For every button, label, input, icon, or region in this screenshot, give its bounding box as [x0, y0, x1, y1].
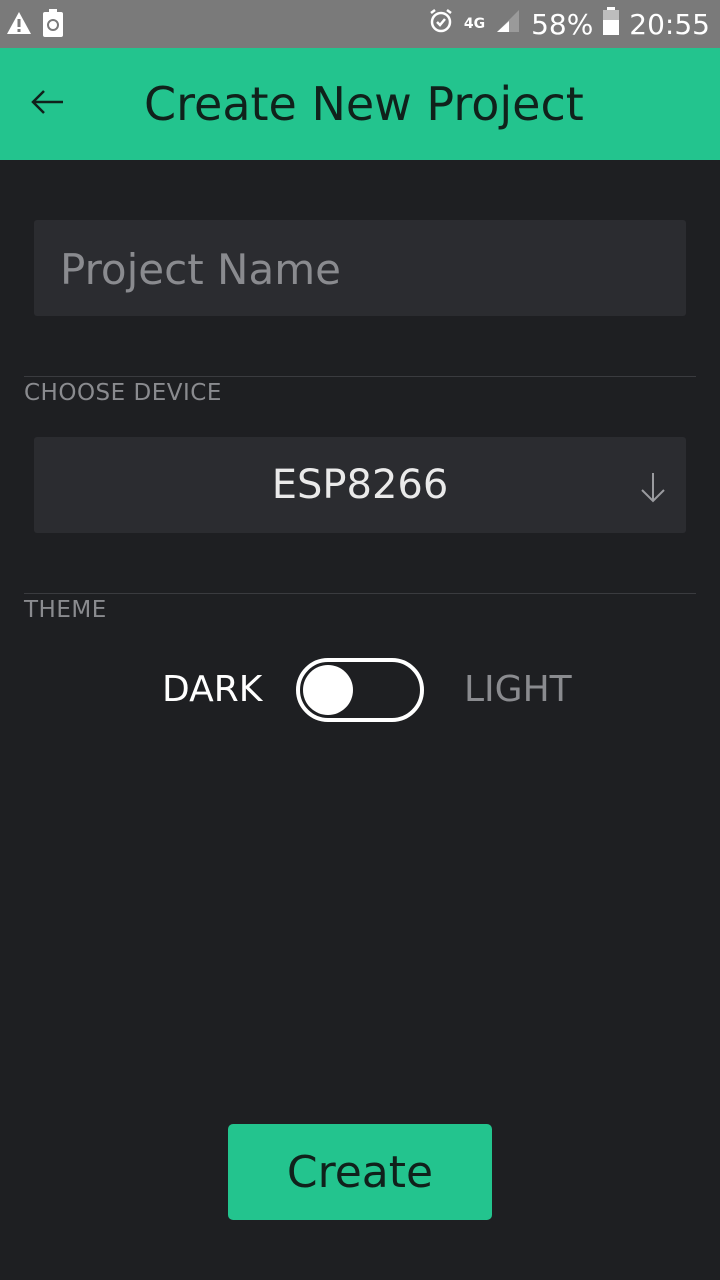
network-type: 4G: [463, 16, 486, 32]
theme-divider: [24, 593, 696, 594]
theme-switcher: DARK LIGHT: [0, 658, 720, 722]
alarm-icon: [428, 8, 454, 41]
battery-percent: 58%: [531, 7, 594, 41]
project-name-input[interactable]: [58, 220, 666, 318]
theme-dark-label[interactable]: DARK: [162, 658, 262, 722]
device-divider: [24, 376, 696, 377]
status-bar: 4G 58% 20:55: [0, 0, 720, 48]
arrow-left-icon: [31, 89, 65, 119]
back-button[interactable]: [24, 80, 72, 128]
signal-icon: [495, 8, 521, 41]
warning-icon: [6, 10, 32, 40]
battery-icon: [603, 6, 620, 42]
theme-toggle[interactable]: [296, 658, 424, 722]
create-button[interactable]: Create: [228, 1124, 492, 1220]
theme-label: THEME: [24, 597, 107, 623]
app-bar: Create New Project: [0, 48, 720, 160]
project-name-field[interactable]: [34, 220, 686, 318]
arrow-down-icon: [638, 471, 668, 507]
device-select[interactable]: ESP8266: [34, 437, 686, 533]
status-indicators: 4G 58% 20:55: [428, 0, 710, 48]
status-notifications: [6, 8, 64, 42]
toggle-knob: [303, 665, 353, 715]
clock: 20:55: [629, 7, 710, 41]
page-title: Create New Project: [144, 77, 584, 131]
recycle-icon: [42, 8, 64, 42]
choose-device-label: CHOOSE DEVICE: [24, 380, 222, 406]
device-selected-value: ESP8266: [271, 462, 449, 508]
theme-light-label[interactable]: LIGHT: [464, 658, 572, 722]
